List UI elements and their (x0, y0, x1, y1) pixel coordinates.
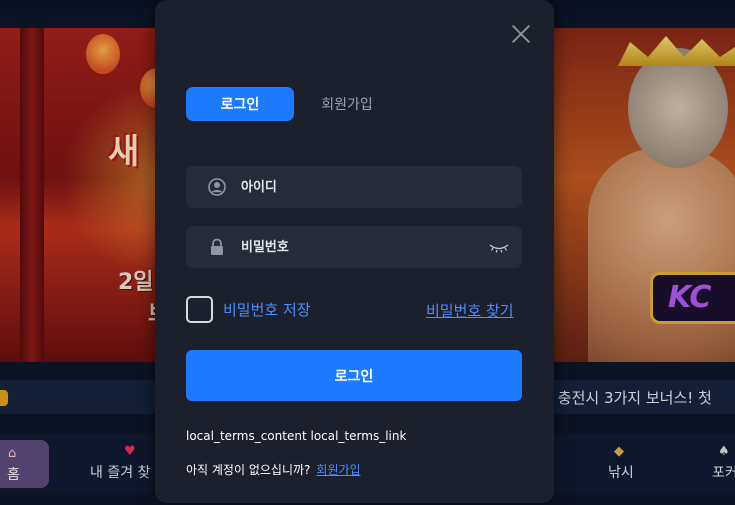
eye-closed-icon[interactable] (488, 239, 510, 255)
password-input[interactable] (241, 226, 481, 268)
password-field[interactable] (186, 226, 522, 268)
lock-icon (211, 238, 223, 255)
close-icon[interactable] (509, 22, 533, 46)
signup-link[interactable]: 회원가입 (316, 463, 360, 477)
user-icon (208, 178, 226, 196)
no-account-text: 아직 계정이 없으십니까? (186, 463, 311, 477)
login-modal: 로그인 회원가입 비밀번호 저장 비밀번호 찾기 로그인 local_terms… (155, 0, 554, 503)
tab-login[interactable]: 로그인 (186, 87, 294, 121)
remember-password-label: 비밀번호 저장 (223, 300, 311, 319)
terms-text: local_terms_content local_terms_link (186, 429, 406, 443)
remember-password-checkbox[interactable]: 비밀번호 저장 (186, 295, 311, 323)
checkbox[interactable] (186, 295, 213, 323)
username-input[interactable] (241, 166, 481, 208)
no-account-row: 아직 계정이 없으십니까? 회원가입 (186, 461, 361, 478)
login-button[interactable]: 로그인 (186, 350, 522, 401)
terms-link[interactable]: local_terms_link (310, 429, 406, 443)
find-password-link[interactable]: 비밀번호 찾기 (426, 300, 514, 321)
username-field[interactable] (186, 166, 522, 208)
tab-signup[interactable]: 회원가입 (307, 87, 387, 121)
terms-content: local_terms_content (186, 429, 307, 443)
